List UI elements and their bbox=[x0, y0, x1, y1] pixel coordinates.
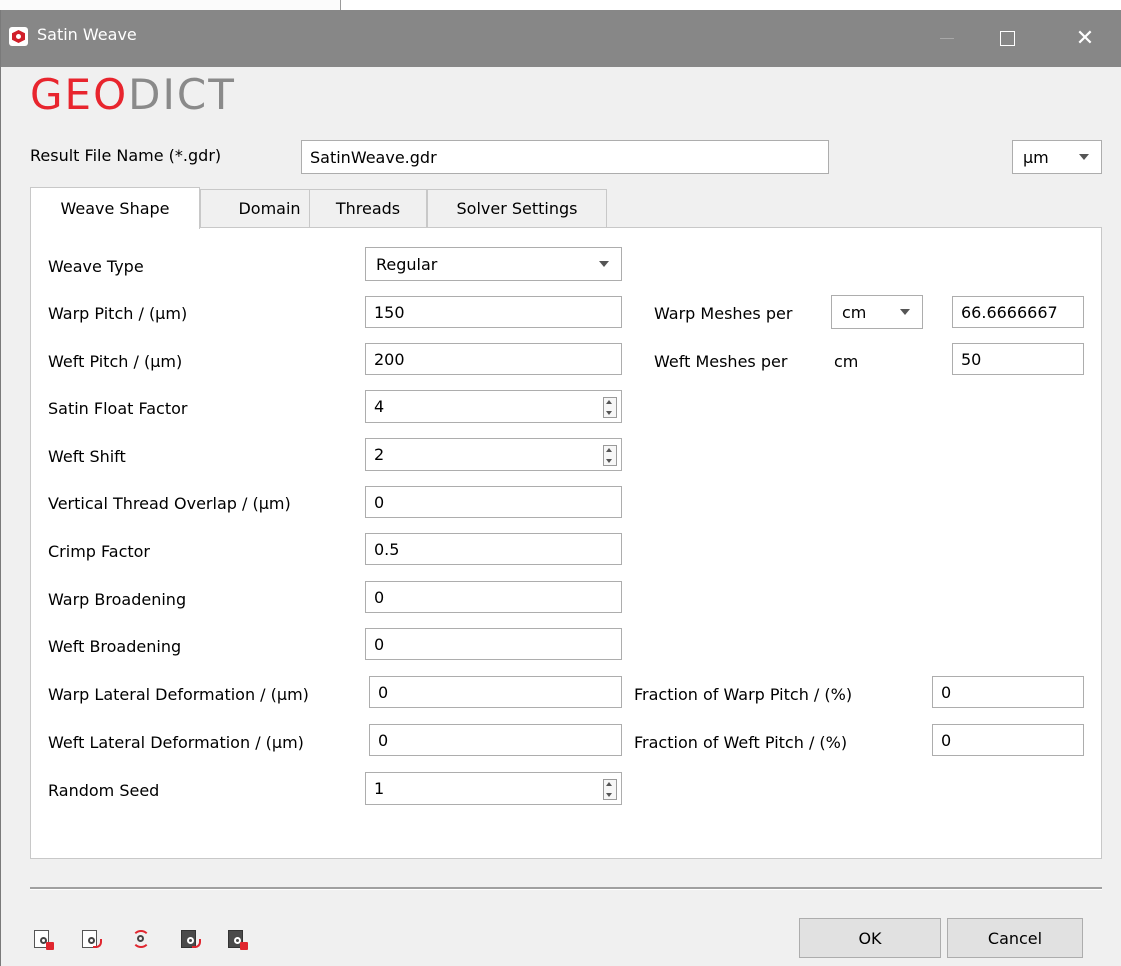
satin-float-factor-label: Satin Float Factor bbox=[48, 399, 188, 418]
close-button[interactable]: ✕ bbox=[1059, 18, 1111, 58]
spin-stepper-icon[interactable] bbox=[603, 445, 617, 466]
minimize-button[interactable] bbox=[921, 18, 973, 58]
chevron-down-icon bbox=[599, 261, 609, 267]
window-title: Satin Weave bbox=[37, 25, 137, 44]
save-settings-icon[interactable] bbox=[32, 928, 54, 950]
satin-float-factor-spinbox[interactable]: 4 bbox=[365, 390, 622, 423]
logo-dict: DICT bbox=[128, 70, 236, 119]
warp-pitch-label: Warp Pitch / (µm) bbox=[48, 304, 188, 323]
macro-save-icon[interactable] bbox=[226, 928, 248, 950]
random-seed-value: 1 bbox=[374, 779, 385, 798]
satin-float-factor-value: 4 bbox=[374, 397, 385, 416]
warp-pitch-input[interactable]: 150 bbox=[365, 296, 622, 328]
weft-pitch-input[interactable]: 200 bbox=[365, 343, 622, 375]
random-seed-spinbox[interactable]: 1 bbox=[365, 772, 622, 805]
result-file-label: Result File Name (*.gdr) bbox=[30, 146, 222, 165]
maximize-button[interactable] bbox=[981, 18, 1033, 58]
weft-shift-label: Weft Shift bbox=[48, 447, 126, 466]
crimp-factor-input[interactable]: 0.5 bbox=[365, 533, 622, 565]
weft-fraction-input[interactable]: 0 bbox=[932, 724, 1084, 756]
spin-stepper-icon[interactable] bbox=[603, 779, 617, 800]
weft-shift-value: 2 bbox=[374, 445, 385, 464]
minimize-icon bbox=[940, 37, 954, 39]
warp-meshes-input[interactable]: 66.6666667 bbox=[952, 296, 1084, 328]
weft-meshes-input[interactable]: 50 bbox=[952, 343, 1084, 375]
tab-bar: Weave Shape Domain Threads Solver Settin… bbox=[30, 187, 1102, 229]
weft-fraction-label: Fraction of Weft Pitch / (%) bbox=[634, 733, 848, 752]
weft-broadening-label: Weft Broadening bbox=[48, 637, 182, 656]
warp-lateral-label: Warp Lateral Deformation / (µm) bbox=[48, 685, 309, 704]
vertical-overlap-input[interactable]: 0 bbox=[365, 486, 622, 518]
warp-meshes-unit-value: cm bbox=[842, 302, 867, 322]
warp-broadening-label: Warp Broadening bbox=[48, 590, 187, 609]
tab-weave-shape[interactable]: Weave Shape bbox=[30, 187, 200, 229]
result-file-input[interactable]: SatinWeave.gdr bbox=[301, 140, 829, 174]
warp-lateral-input[interactable]: 0 bbox=[369, 676, 622, 708]
geodict-app-icon bbox=[9, 27, 28, 46]
spin-stepper-icon[interactable] bbox=[603, 397, 617, 418]
weft-broadening-input[interactable]: 0 bbox=[365, 628, 622, 660]
weft-meshes-unit: cm bbox=[834, 352, 859, 371]
weave-type-label: Weave Type bbox=[48, 257, 144, 276]
title-bar: Satin Weave ✕ bbox=[1, 10, 1121, 67]
warp-fraction-input[interactable]: 0 bbox=[932, 676, 1084, 708]
weft-pitch-label: Weft Pitch / (µm) bbox=[48, 352, 183, 371]
maximize-icon bbox=[999, 30, 1015, 46]
crimp-factor-label: Crimp Factor bbox=[48, 542, 150, 561]
warp-meshes-label: Warp Meshes per bbox=[654, 304, 793, 323]
tab-solver-settings[interactable]: Solver Settings bbox=[427, 189, 607, 227]
load-settings-icon[interactable] bbox=[80, 928, 102, 950]
reset-settings-icon[interactable] bbox=[130, 928, 152, 950]
random-seed-label: Random Seed bbox=[48, 781, 160, 800]
unit-select[interactable]: µm bbox=[1012, 140, 1102, 174]
ok-button[interactable]: OK bbox=[799, 918, 941, 958]
warp-meshes-unit-select[interactable]: cm bbox=[831, 295, 923, 329]
chevron-down-icon bbox=[900, 309, 910, 315]
vertical-overlap-label: Vertical Thread Overlap / (µm) bbox=[48, 494, 291, 513]
weave-type-value: Regular bbox=[376, 254, 438, 274]
weft-meshes-label: Weft Meshes per bbox=[654, 352, 788, 371]
chevron-down-icon bbox=[1079, 154, 1089, 160]
weave-type-select[interactable]: Regular bbox=[365, 247, 622, 281]
bottom-separator bbox=[30, 887, 1102, 890]
close-icon: ✕ bbox=[1075, 25, 1095, 51]
macro-record-icon[interactable] bbox=[179, 928, 201, 950]
cancel-button[interactable]: Cancel bbox=[947, 918, 1083, 958]
geodict-logo: GEODICT bbox=[30, 70, 236, 130]
unit-select-value: µm bbox=[1023, 147, 1049, 167]
tab-threads[interactable]: Threads bbox=[309, 189, 427, 227]
warp-fraction-label: Fraction of Warp Pitch / (%) bbox=[634, 685, 853, 704]
logo-geo: GEO bbox=[30, 70, 129, 119]
weft-lateral-input[interactable]: 0 bbox=[369, 724, 622, 756]
warp-broadening-input[interactable]: 0 bbox=[365, 581, 622, 613]
weft-lateral-label: Weft Lateral Deformation / (µm) bbox=[48, 733, 304, 752]
weft-shift-spinbox[interactable]: 2 bbox=[365, 438, 622, 471]
